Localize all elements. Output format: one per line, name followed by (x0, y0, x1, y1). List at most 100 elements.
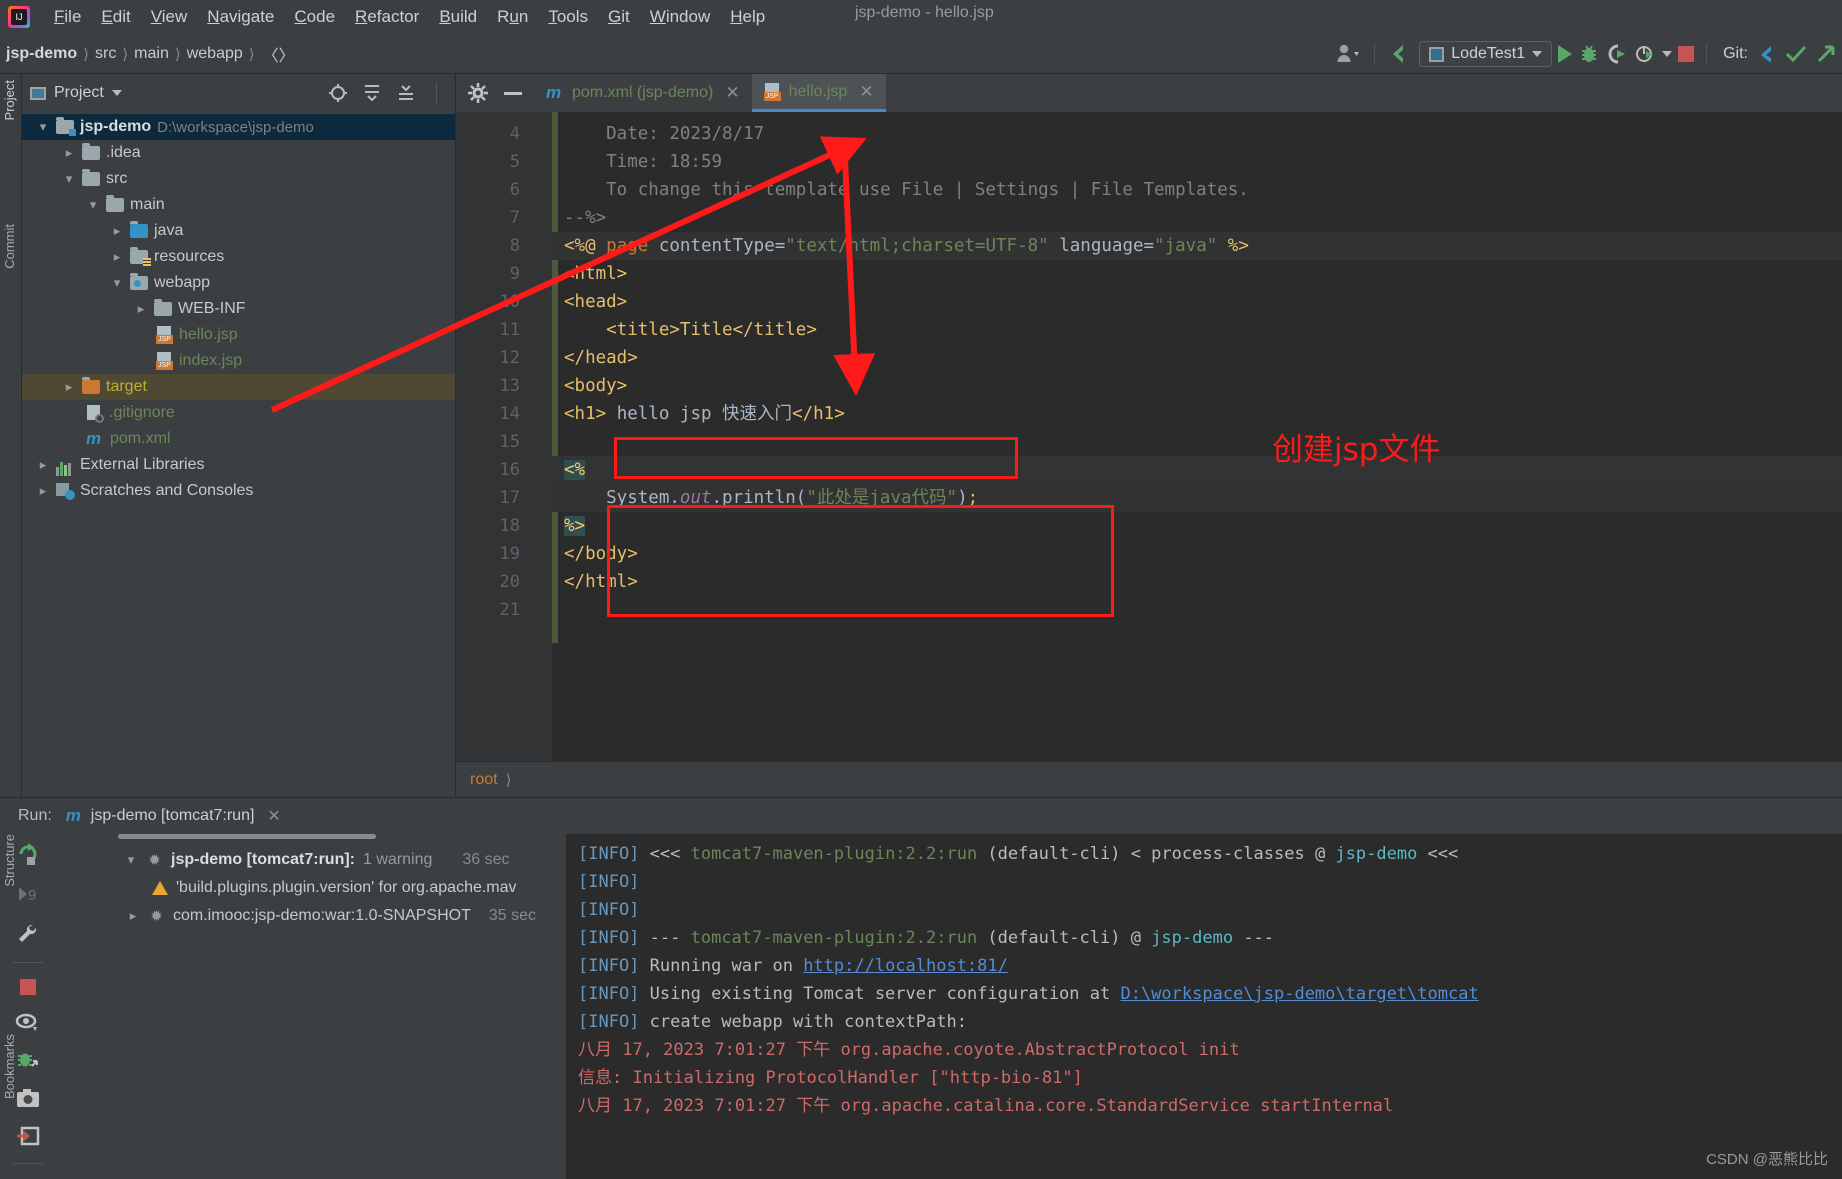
run-button[interactable] (1558, 45, 1573, 63)
breadcrumb-item-main[interactable]: main (130, 45, 173, 63)
menu-git[interactable]: Git (598, 5, 640, 29)
tree-node-idea[interactable]: ▸ .idea (22, 140, 455, 166)
chevron-down-icon[interactable]: ▾ (124, 852, 138, 868)
code-text[interactable]: Date: 2023/8/17 Time: 18:59 To change th… (552, 112, 1842, 761)
tree-node-hello-jsp[interactable]: JSP hello.jsp (22, 322, 455, 348)
chevron-down-icon[interactable]: ▾ (36, 119, 50, 135)
editor-tab-hello-jsp[interactable]: JSP hello.jsp ✕ (751, 74, 886, 112)
stop-button[interactable] (1678, 46, 1695, 62)
git-update-icon[interactable] (1754, 43, 1778, 65)
soft-wrap-icon[interactable] (15, 1011, 41, 1033)
console-line: 八月 17, 2023 7:01:27 下午 org.apache.catali… (578, 1096, 1394, 1116)
export-icon[interactable] (15, 1125, 41, 1147)
menu-build[interactable]: Build (429, 5, 487, 29)
menu-help[interactable]: Help (720, 5, 775, 29)
gear-icon[interactable] (468, 83, 488, 103)
git-push-icon[interactable] (1814, 43, 1838, 65)
skip-to-end-icon[interactable]: 9 (16, 882, 40, 906)
chevron-down-icon[interactable]: ▾ (110, 275, 124, 291)
run-with-coverage-button[interactable] (1606, 43, 1628, 65)
menu-code[interactable]: Code (284, 5, 345, 29)
menu-file[interactable]: File (44, 5, 91, 29)
tree-node-webapp[interactable]: ▾ webapp (22, 270, 455, 296)
chevron-right-icon[interactable]: ▸ (36, 483, 50, 499)
tree-node-pom-xml[interactable]: m pom.xml (22, 426, 455, 452)
collapse-all-icon[interactable] (396, 83, 416, 103)
tree-node-external-libraries[interactable]: ▸ External Libraries (22, 452, 455, 478)
build-tree-row[interactable]: ▾ ✹ jsp-demo [tomcat7:run]: 1 warning 36… (56, 846, 566, 874)
code-folding-gutter[interactable] (532, 112, 558, 761)
select-opened-file-icon[interactable] (328, 83, 348, 103)
update-project-icon[interactable] (1387, 42, 1413, 66)
chevron-right-icon[interactable]: ▸ (110, 223, 124, 239)
settings-wrench-icon[interactable] (16, 922, 40, 946)
breadcrumb-code-icon[interactable]: 〈〉 (257, 42, 295, 66)
menu-refactor[interactable]: Refactor (345, 5, 429, 29)
tree-node-src[interactable]: ▾ src (22, 166, 455, 192)
tool-window-tab-structure[interactable]: Structure (2, 834, 17, 887)
expand-all-icon[interactable] (362, 83, 382, 103)
tree-node-resources[interactable]: ▸ resources (22, 244, 455, 270)
screenshot-icon[interactable] (15, 1087, 41, 1109)
profiler-button[interactable] (1634, 43, 1656, 65)
editor-tab-tools (456, 83, 534, 103)
tool-window-tab-commit[interactable]: Commit (2, 224, 17, 269)
code-line: <html> (564, 264, 628, 284)
chevron-right-icon[interactable]: ▸ (110, 249, 124, 265)
debug-icon[interactable] (15, 1049, 41, 1071)
chevron-down-icon[interactable]: ▾ (62, 171, 76, 187)
console-link-localhost[interactable]: http://localhost:81/ (803, 956, 1008, 976)
build-tree-row[interactable]: 'build.plugins.plugin.version' for org.a… (56, 874, 566, 902)
chevron-right-icon[interactable]: ▸ (36, 457, 50, 473)
chevron-down-icon[interactable]: ▾ (86, 197, 100, 213)
console-output[interactable]: [INFO] <<< tomcat7-maven-plugin:2.2:run … (566, 834, 1842, 1179)
menu-view[interactable]: View (141, 5, 198, 29)
tree-node-gitignore[interactable]: .gitignore (22, 400, 455, 426)
main-toolbar: LodeTest1 Git: (1336, 34, 1842, 74)
line-number: 20 (499, 572, 520, 592)
watermark: CSDN @恶熊比比 (1706, 1151, 1828, 1168)
menu-run[interactable]: Run (487, 5, 538, 29)
tool-window-tab-project[interactable]: Project (2, 80, 17, 120)
stop-icon[interactable] (20, 979, 36, 995)
chevron-down-icon[interactable] (111, 90, 122, 96)
chevron-right-icon[interactable]: ▸ (134, 301, 148, 317)
run-session-tab[interactable]: m jsp-demo [tomcat7:run] ✕ (66, 806, 281, 826)
breadcrumb-item-project[interactable]: jsp-demo (2, 45, 81, 63)
chevron-right-icon[interactable]: ▸ (62, 145, 76, 161)
hide-panel-icon[interactable] (504, 91, 522, 95)
tree-node-scratches[interactable]: ▸ Scratches and Consoles (22, 478, 455, 504)
user-avatar-icon[interactable] (1336, 43, 1362, 65)
menu-edit[interactable]: Edit (91, 5, 140, 29)
menu-window[interactable]: Window (640, 5, 720, 29)
tool-window-tab-bookmarks[interactable]: Bookmarks (2, 1034, 17, 1099)
build-tree-row[interactable]: ▸ ✹ com.imooc:jsp-demo:war:1.0-SNAPSHOT … (56, 902, 566, 930)
folder-icon (82, 143, 100, 160)
git-commit-icon[interactable] (1784, 43, 1808, 65)
tree-node-jsp-demo[interactable]: ▾ jsp-demo D:\workspace\jsp-demo (22, 114, 455, 140)
code-editor[interactable]: 4 5 6 7 8 9 10 11 12 13 14 15 16 17 18 1… (456, 112, 1842, 761)
menu-tools[interactable]: Tools (538, 5, 598, 29)
tree-node-web-inf[interactable]: ▸ WEB-INF (22, 296, 455, 322)
debug-button[interactable] (1578, 43, 1600, 65)
tree-node-main[interactable]: ▾ main (22, 192, 455, 218)
chevron-right-icon[interactable]: ▸ (126, 908, 140, 924)
console-link-tomcat-path[interactable]: D:\workspace\jsp-demo\target\tomcat (1120, 984, 1478, 1004)
rerun-icon[interactable] (16, 842, 40, 866)
menu-navigate[interactable]: Navigate (197, 5, 284, 29)
tree-node-index-jsp[interactable]: JSP index.jsp (22, 348, 455, 374)
close-icon[interactable]: ✕ (859, 82, 873, 102)
breadcrumb-root[interactable]: root (470, 771, 498, 789)
tree-node-target[interactable]: ▸ target (22, 374, 455, 400)
close-icon[interactable]: ✕ (725, 83, 739, 103)
close-icon[interactable]: ✕ (267, 806, 280, 826)
chevron-right-icon[interactable]: ▸ (62, 379, 76, 395)
editor-tab-pom-xml[interactable]: m pom.xml (jsp-demo) ✕ (534, 74, 752, 112)
tree-node-java[interactable]: ▸ java (22, 218, 455, 244)
scrollbar-thumb[interactable] (118, 834, 376, 839)
profiler-dropdown-icon[interactable] (1662, 51, 1673, 57)
breadcrumb-item-webapp[interactable]: webapp (183, 45, 247, 63)
folder-icon (106, 195, 124, 212)
breadcrumb-item-src[interactable]: src (91, 45, 120, 63)
run-configuration-selector[interactable]: LodeTest1 (1419, 41, 1553, 67)
